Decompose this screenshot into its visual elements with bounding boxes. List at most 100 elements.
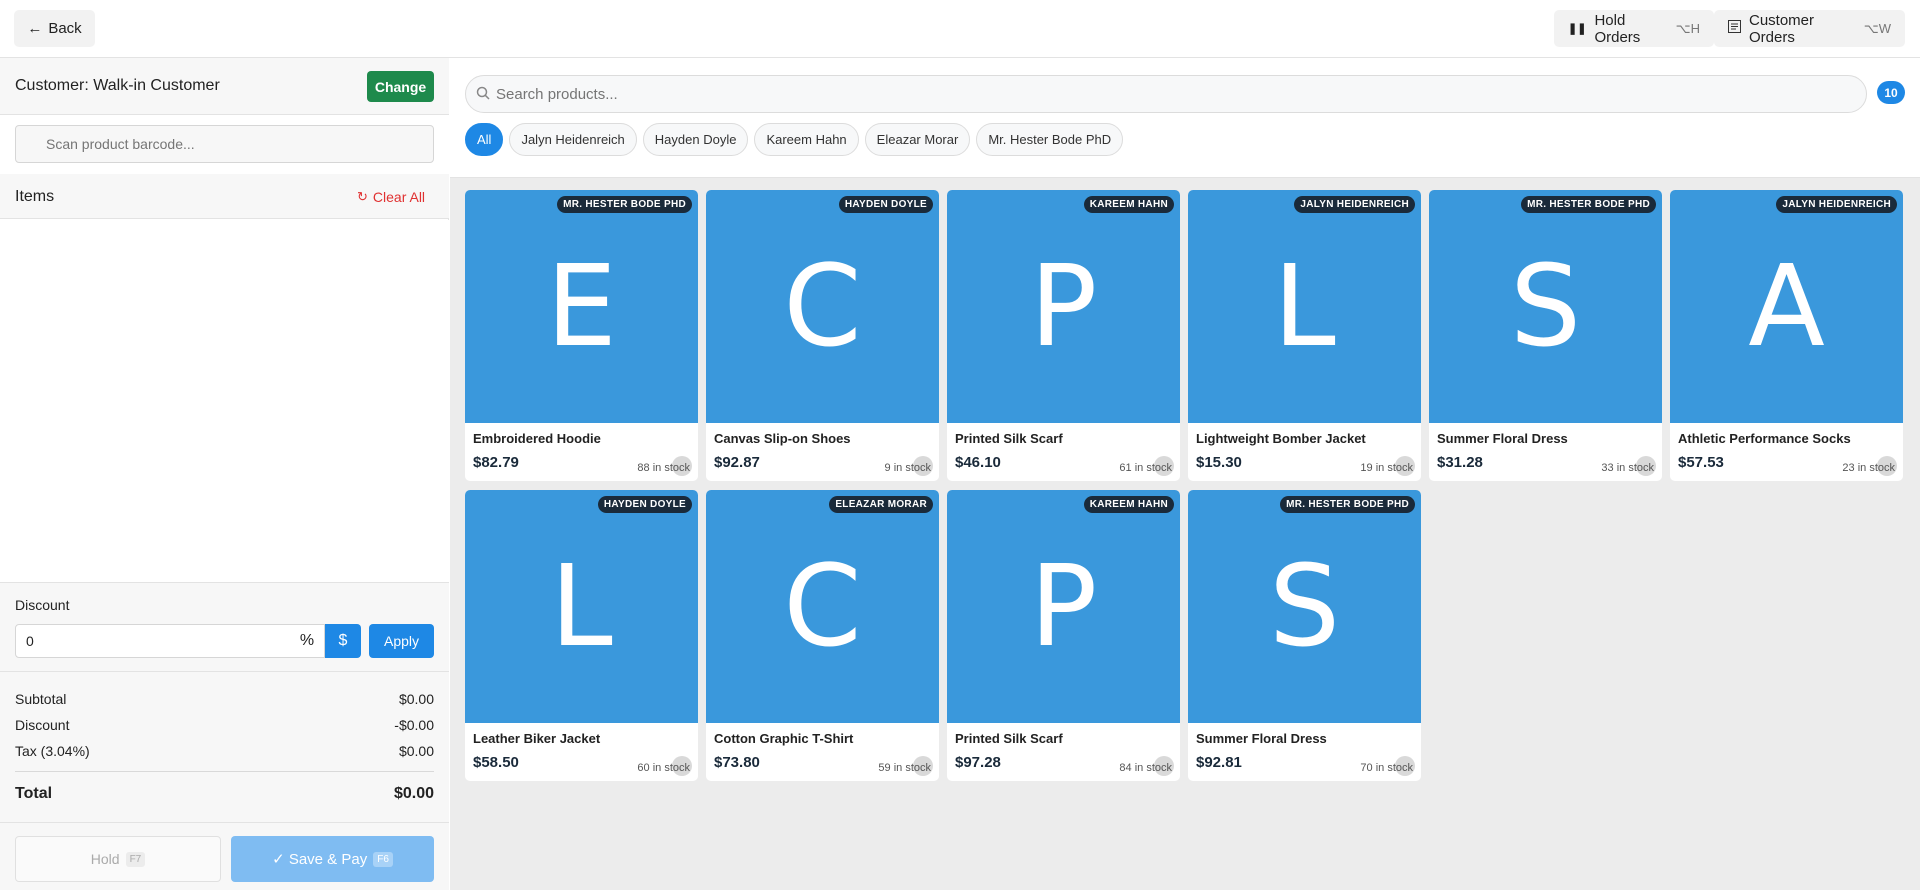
product-card[interactable]: P KAREEM HAHN Printed Silk Scarf $97.28 84 i…	[947, 490, 1180, 781]
product-name: Leather Biker Jacket	[473, 731, 601, 746]
top-bar: ← Back ❚❚ Hold Orders ⌥H Customer Orders…	[0, 0, 1920, 58]
vendor-badge: ELEAZAR MORAR	[829, 496, 933, 513]
product-name: Printed Silk Scarf	[955, 731, 1063, 746]
vendor-badge: MR. HESTER BODE PHD	[1521, 196, 1656, 213]
product-thumbnail: C	[706, 190, 939, 423]
discount-dollar-toggle[interactable]: $	[325, 624, 361, 658]
clear-all-label: Clear All	[372, 189, 426, 205]
discount-section: Discount 0 % $ Apply	[0, 582, 449, 672]
barcode-input[interactable]	[15, 125, 434, 163]
product-stock: 23 in stock	[1842, 462, 1895, 474]
customer-orders-label: Customer Orders	[1749, 11, 1815, 46]
product-name: Athletic Performance Socks	[1678, 431, 1851, 446]
total-row: Total $0.00	[15, 785, 434, 803]
product-stock: 88 in stock	[637, 462, 690, 474]
product-thumbnail: C	[706, 490, 939, 723]
product-stock: 70 in stock	[1360, 762, 1413, 774]
save-label: ✓ Save & Pay	[272, 851, 368, 868]
filter-chip[interactable]: Kareem Hahn	[754, 123, 859, 156]
product-price: $97.28	[955, 754, 1001, 771]
hold-orders-shortcut: ⌥H	[1675, 20, 1700, 36]
product-card[interactable]: P KAREEM HAHN Printed Silk Scarf $46.10 61 i…	[947, 190, 1180, 481]
product-stock: 60 in stock	[637, 762, 690, 774]
vendor-badge: HAYDEN DOYLE	[838, 196, 933, 213]
discount-label: Discount	[15, 597, 70, 613]
product-stock: 59 in stock	[878, 762, 931, 774]
tax-row: Tax (3.04%) $0.00	[15, 743, 434, 759]
product-price: $31.28	[1437, 454, 1483, 471]
product-thumbnail: A	[1670, 190, 1903, 423]
product-name: Embroidered Hoodie	[473, 431, 601, 446]
product-stock: 61 in stock	[1119, 462, 1172, 474]
hold-label: Hold	[90, 851, 120, 867]
vendor-badge: KAREEM HAHN	[1083, 196, 1174, 213]
customer-orders-button[interactable]: Customer Orders ⌥W	[1714, 10, 1905, 47]
cart-items-list	[0, 220, 449, 582]
product-card[interactable]: S MR. HESTER BODE PHD Summer Floral Dress $…	[1188, 490, 1421, 781]
product-price: $73.80	[714, 754, 760, 771]
discount-total-value: -$0.00	[394, 717, 434, 733]
product-card[interactable]: L HAYDEN DOYLE Leather Biker Jacket $58.50 6…	[465, 490, 698, 781]
discount-total-label: Discount	[15, 717, 70, 733]
search-icon	[476, 86, 490, 100]
product-price: $92.87	[714, 454, 760, 471]
customer-orders-shortcut: ⌥W	[1863, 20, 1891, 36]
customer-label: Customer: Walk-in Customer	[15, 77, 220, 94]
product-stock: 19 in stock	[1360, 462, 1413, 474]
clear-all-button[interactable]: ↻ Clear All	[357, 189, 425, 205]
vendor-badge: JALYN HEIDENREICH	[1294, 196, 1415, 213]
product-card[interactable]: A JALYN HEIDENREICH Athletic Performance S…	[1670, 190, 1903, 481]
product-card[interactable]: C ELEAZAR MORAR Cotton Graphic T-Shirt $73.…	[706, 490, 939, 781]
product-card[interactable]: E MR. HESTER BODE PHD Embroidered Hoodie $8…	[465, 190, 698, 481]
vendor-badge: JALYN HEIDENREICH	[1776, 196, 1897, 213]
product-thumbnail: S	[1429, 190, 1662, 423]
refresh-icon: ↻	[357, 189, 368, 204]
totals-section: Subtotal $0.00 Discount -$0.00 Tax (3.04…	[0, 672, 449, 822]
product-name: Cotton Graphic T-Shirt	[714, 731, 854, 746]
filter-chip[interactable]: Jalyn Heidenreich	[509, 123, 637, 156]
filter-chip[interactable]: Eleazar Morar	[864, 123, 971, 156]
customer-row: Customer: Walk-in Customer Change	[0, 58, 449, 115]
hold-orders-label: Hold Orders	[1594, 11, 1641, 46]
discount-percent-toggle[interactable]: %	[289, 624, 325, 658]
product-name: Lightweight Bomber Jacket	[1196, 431, 1366, 446]
category-filters: All Jalyn Heidenreich Hayden Doyle Kareem H…	[465, 123, 1124, 156]
product-price: $15.30	[1196, 454, 1242, 471]
change-customer-button[interactable]: Change	[367, 71, 434, 102]
product-thumbnail: P	[947, 490, 1180, 723]
product-price: $82.79	[473, 454, 519, 471]
save-and-pay-button[interactable]: ✓ Save & Pay F6	[231, 836, 434, 882]
apply-discount-button[interactable]: Apply	[369, 624, 434, 658]
product-thumbnail: S	[1188, 490, 1421, 723]
product-name: Summer Floral Dress	[1437, 431, 1568, 446]
items-header: Items ↻ Clear All	[0, 174, 449, 219]
filter-chip[interactable]: All	[465, 123, 504, 156]
product-thumbnail: L	[1188, 190, 1421, 423]
product-name: Canvas Slip-on Shoes	[714, 431, 851, 446]
total-label: Total	[15, 785, 53, 802]
pause-icon: ❚❚	[1568, 23, 1587, 35]
hold-orders-button[interactable]: ❚❚ Hold Orders ⌥H	[1554, 10, 1714, 47]
product-card[interactable]: S MR. HESTER BODE PHD Summer Floral Dress $…	[1429, 190, 1662, 481]
filter-chip[interactable]: Hayden Doyle	[642, 123, 749, 156]
product-card[interactable]: C HAYDEN DOYLE Canvas Slip-on Shoes $92.87 9…	[706, 190, 939, 481]
vendor-badge: MR. HESTER BODE PHD	[1280, 496, 1415, 513]
subtotal-label: Subtotal	[15, 691, 67, 707]
product-search-input[interactable]	[465, 75, 1867, 113]
vendor-badge: HAYDEN DOYLE	[597, 496, 692, 513]
hold-button[interactable]: Hold F7	[15, 836, 221, 882]
back-button[interactable]: ← Back	[14, 10, 95, 47]
product-grid: E MR. HESTER BODE PHD Embroidered Hoodie $8…	[450, 178, 1920, 890]
discount-input[interactable]: 0	[15, 624, 325, 658]
product-price: $58.50	[473, 754, 519, 771]
product-price: $92.81	[1196, 754, 1242, 771]
save-shortcut: F6	[373, 851, 393, 867]
tax-label: Tax (3.04%)	[15, 743, 90, 759]
product-card[interactable]: L JALYN HEIDENREICH Lightweight Bomber Jac…	[1188, 190, 1421, 481]
product-name: Summer Floral Dress	[1196, 731, 1327, 746]
vendor-badge: MR. HESTER BODE PHD	[557, 196, 692, 213]
list-icon	[1728, 20, 1741, 37]
filter-chip[interactable]: Mr. Hester Bode PhD	[976, 123, 1124, 156]
hold-shortcut: F7	[125, 851, 146, 867]
product-thumbnail: E	[465, 190, 698, 423]
